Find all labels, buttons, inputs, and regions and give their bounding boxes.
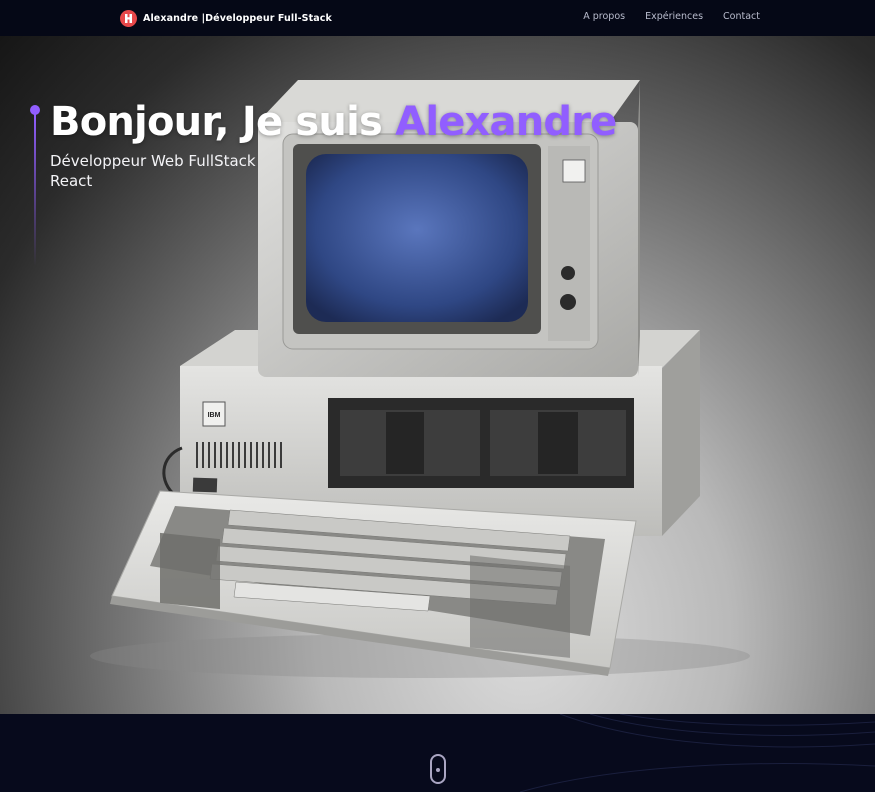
hero-subtitle-line1: Développeur Web FullStack <box>50 152 256 170</box>
accent-line <box>34 114 36 266</box>
logo-icon <box>120 9 137 27</box>
nav-link-contact[interactable]: Contact <box>723 11 760 22</box>
ibm-badge: IBM <box>208 412 221 419</box>
navbar: Alexandre |Développeur Full-Stack A prop… <box>0 0 875 36</box>
next-section <box>0 714 875 792</box>
hero-section: IBM Bonjour, Je suis Alexandre Développe… <box>0 36 875 714</box>
nav-link-experiences[interactable]: Expériences <box>645 11 703 22</box>
nav-link-about[interactable]: A propos <box>583 11 625 22</box>
brand-link[interactable]: Alexandre |Développeur Full-Stack <box>120 9 332 27</box>
scroll-dot <box>436 768 440 772</box>
hero-subtitle-line2: React <box>50 172 93 190</box>
hero-title: Bonjour, Je suis Alexandre <box>50 98 617 146</box>
hero-subtitle: Développeur Web FullStack React <box>50 151 290 191</box>
hero-title-prefix: Bonjour, Je suis <box>50 99 396 145</box>
nav-links: A propos Expériences Contact <box>583 11 760 22</box>
brand-title: Alexandre |Développeur Full-Stack <box>143 12 332 24</box>
hero-title-name: Alexandre <box>395 99 617 145</box>
mouse-scroll-icon[interactable] <box>430 754 446 784</box>
